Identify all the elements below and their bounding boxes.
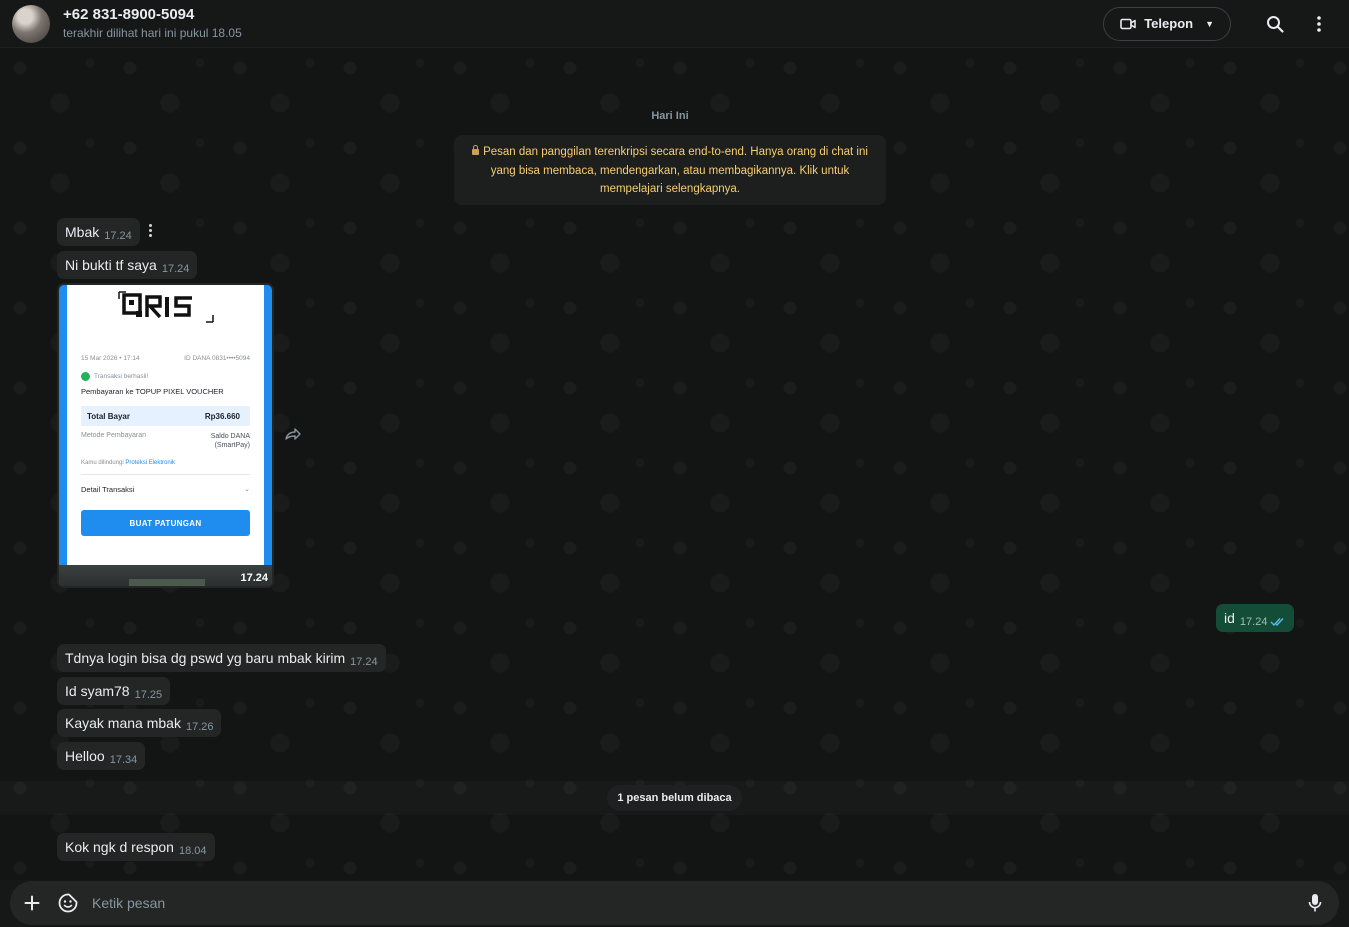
receipt-detail-label: Detail Transaksi xyxy=(81,485,135,494)
payment-receipt-image: 15 Mar 2026 • 17:14 ID DANA 0831••••5094… xyxy=(59,285,272,586)
search-icon xyxy=(1267,15,1284,33)
forward-icon[interactable] xyxy=(284,426,302,442)
message-incoming[interactable]: Mbak 17.24 xyxy=(57,218,140,246)
receipt-status-text: Transaksi berhasil! xyxy=(94,373,149,380)
receipt-date: 15 Mar 2026 • 17:14 xyxy=(81,355,140,362)
receipt-protection: Kamu dilindungi Proteksi Elektronik xyxy=(75,450,256,466)
message-incoming[interactable]: Kok ngk d respon 18.04 xyxy=(57,833,215,861)
message-text: Helloo xyxy=(65,748,105,764)
header-actions: Telepon ▼ xyxy=(1103,6,1337,42)
search-button[interactable] xyxy=(1257,6,1293,42)
read-receipt-icon xyxy=(1270,618,1284,627)
contact-info[interactable]: +62 831-8900-5094 terakhir dilihat hari … xyxy=(63,6,242,41)
message-time: 17.24 xyxy=(1239,616,1268,628)
receipt-method-value: Saldo DANA (SmartPay) xyxy=(211,432,250,450)
message-text: Tdnya login bisa dg pswd yg baru mbak ki… xyxy=(65,650,346,666)
receipt-total-value: Rp36.660 xyxy=(204,411,240,421)
date-separator: Hari Ini xyxy=(651,110,689,122)
receipt-method-value-1: Saldo DANA xyxy=(210,433,250,440)
encryption-notice-text: Pesan dan panggilan terenkripsi secara e… xyxy=(483,146,868,195)
receipt-thumbnail xyxy=(129,579,205,586)
receipt-protection-link: Proteksi Elektronik xyxy=(125,460,176,466)
check-circle-icon xyxy=(81,372,90,381)
message-options-icon[interactable] xyxy=(148,224,154,240)
message-text: id xyxy=(1224,610,1235,626)
encryption-notice[interactable]: Pesan dan panggilan terenkripsi secara e… xyxy=(454,135,886,205)
message-incoming[interactable]: Id syam78 17.25 xyxy=(57,677,171,705)
message-incoming[interactable]: Tdnya login bisa dg pswd yg baru mbak ki… xyxy=(57,644,386,672)
receipt-total-row: Total Bayar Rp36.660 xyxy=(81,406,250,426)
qris-logo-icon xyxy=(67,289,264,325)
chat-panel: Hari Ini Pesan dan panggilan terenkripsi… xyxy=(0,48,1349,880)
message-time: 17.34 xyxy=(109,754,138,766)
message-time: 17.24 xyxy=(240,572,268,584)
message-text: Mbak xyxy=(65,224,100,240)
composer-area xyxy=(0,880,1349,927)
message-incoming[interactable]: Ni bukti tf saya 17.24 xyxy=(57,251,198,279)
message-time: 17.25 xyxy=(134,689,163,701)
message-time: 17.26 xyxy=(185,721,214,733)
call-button[interactable]: Telepon ▼ xyxy=(1103,6,1231,41)
call-button-label: Telepon xyxy=(1144,16,1194,31)
message-input[interactable] xyxy=(92,888,1297,918)
message-outgoing[interactable]: id 17.24 xyxy=(1216,604,1295,632)
message-text: Kok ngk d respon xyxy=(65,839,174,855)
video-camera-icon xyxy=(1120,18,1136,29)
plus-icon xyxy=(24,895,40,911)
contact-avatar[interactable] xyxy=(12,4,50,43)
menu-button[interactable] xyxy=(1301,6,1337,42)
receipt-detail-row: Detail Transaksi ⌄ xyxy=(75,475,256,494)
voice-message-button[interactable] xyxy=(1297,885,1333,921)
message-time: 17.24 xyxy=(350,656,378,668)
receipt-patungan-button: BUAT PATUNGAN xyxy=(81,510,250,536)
lock-icon xyxy=(472,145,480,155)
message-text: Id syam78 xyxy=(65,683,130,699)
message-time: 18.04 xyxy=(178,845,207,857)
unread-count-badge: 1 pesan belum dibaca xyxy=(607,785,742,811)
chat-header: +62 831-8900-5094 terakhir dilihat hari … xyxy=(0,0,1349,48)
message-incoming[interactable]: Helloo 17.34 xyxy=(57,742,146,770)
receipt-total-label: Total Bayar xyxy=(87,411,130,421)
more-vertical-icon xyxy=(1317,15,1321,32)
message-incoming[interactable]: Kayak mana mbak 17.26 xyxy=(57,709,222,737)
message-text: Ni bukti tf saya xyxy=(65,257,157,273)
receipt-meta: 15 Mar 2026 • 17:14 ID DANA 0831••••5094 xyxy=(67,355,264,362)
receipt-account-id: ID DANA 0831••••5094 xyxy=(184,355,250,362)
chevron-down-icon: ▼ xyxy=(1205,18,1214,29)
unread-separator: 1 pesan belum dibaca xyxy=(0,781,1349,815)
receipt-status: Transaksi berhasil! xyxy=(75,372,256,381)
contact-last-seen: terakhir dilihat hari ini pukul 18.05 xyxy=(63,26,242,40)
receipt-protection-text: Kamu dilindungi xyxy=(81,460,124,466)
emoji-button[interactable] xyxy=(50,885,86,921)
receipt-method-row: Metode Pembayaran Saldo DANA (SmartPay) xyxy=(75,426,256,450)
message-text: Kayak mana mbak xyxy=(65,715,181,731)
attach-button[interactable] xyxy=(14,885,50,921)
image-message[interactable]: 15 Mar 2026 • 17:14 ID DANA 0831••••5094… xyxy=(57,283,274,588)
emoji-sticker-icon xyxy=(58,893,78,913)
receipt-card: Transaksi berhasil! Pembayaran ke TOPUP … xyxy=(75,372,256,536)
message-time: 17.24 xyxy=(104,230,132,242)
contact-name: +62 831-8900-5094 xyxy=(63,6,195,23)
receipt-method-label: Metode Pembayaran xyxy=(81,432,146,439)
receipt-sheet: 15 Mar 2026 • 17:14 ID DANA 0831••••5094… xyxy=(67,285,264,565)
microphone-icon xyxy=(1308,894,1322,912)
message-time: 17.24 xyxy=(161,263,190,275)
chevron-down-icon: ⌄ xyxy=(244,486,250,493)
receipt-title: Pembayaran ke TOPUP PIXEL VOUCHER xyxy=(81,387,224,396)
message-composer xyxy=(10,881,1339,925)
receipt-method-value-2: (SmartPay) xyxy=(214,442,250,449)
